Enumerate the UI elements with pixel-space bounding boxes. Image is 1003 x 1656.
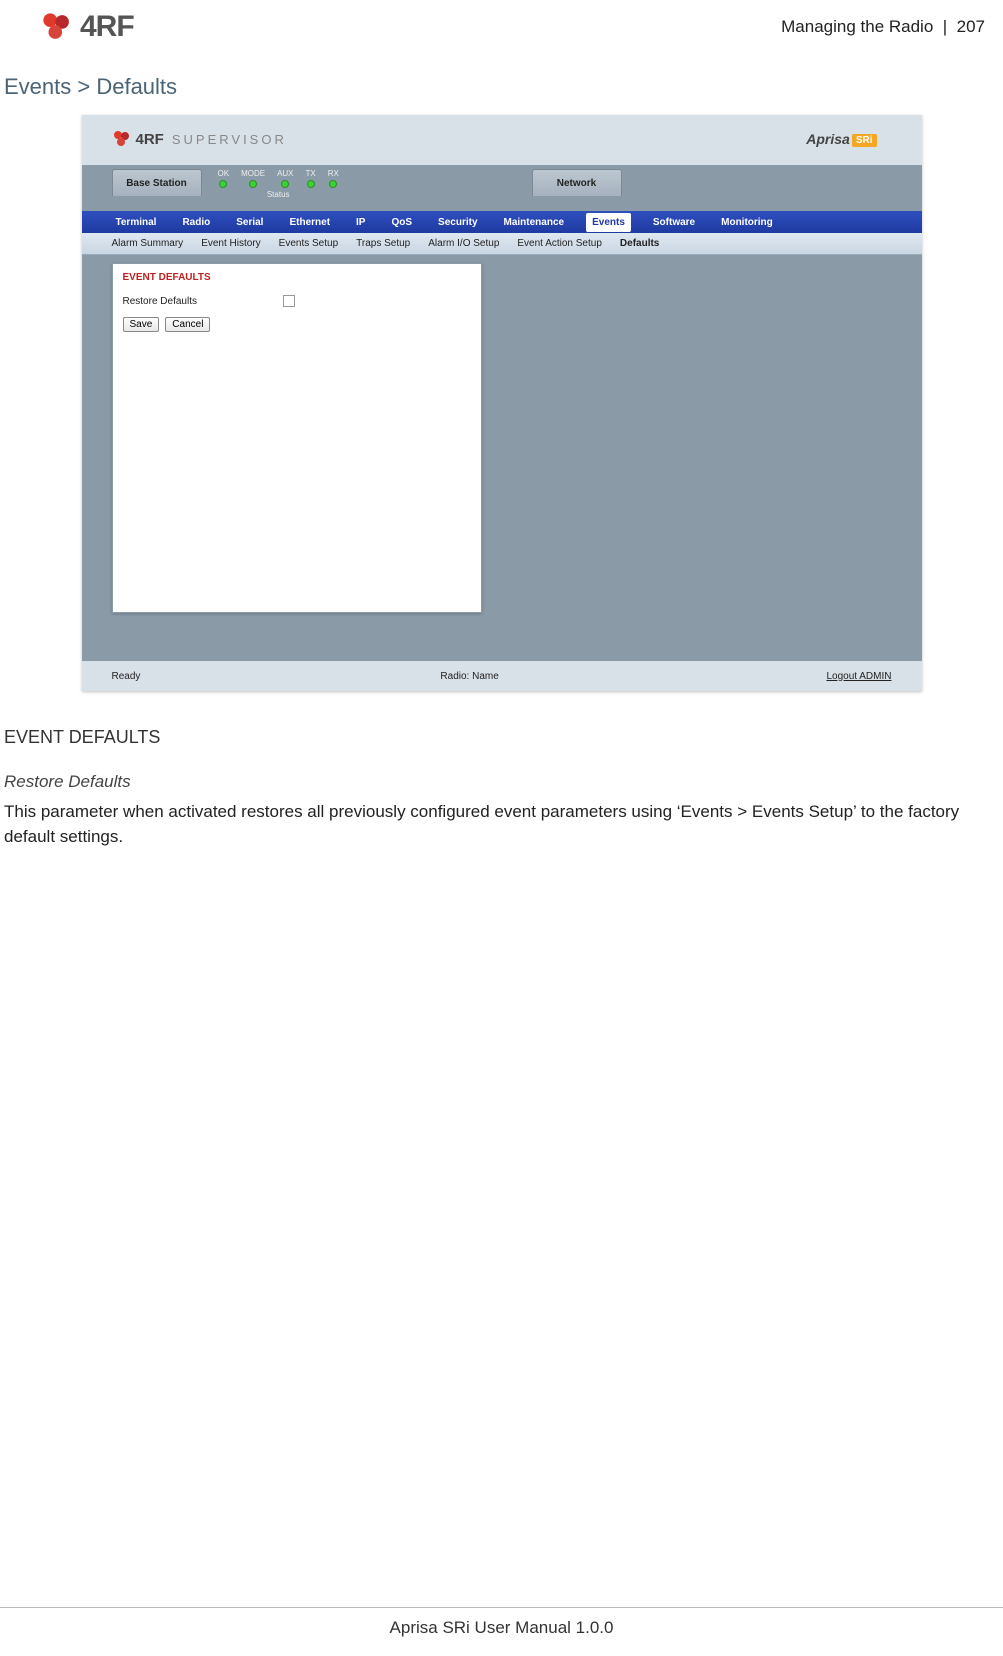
supervisor-body: EVENT DEFAULTS Restore Defaults Save Can… [82,255,922,621]
supervisor-spacer [82,621,922,661]
subtab-events-setup[interactable]: Events Setup [279,238,338,249]
restore-defaults-label: Restore Defaults [123,296,243,307]
led-ok [219,180,227,188]
device-bar: Base Station OK MODE AUX TX RX Status Ne… [82,165,922,211]
led-label-rx: RX [328,169,339,178]
led-tx [307,180,315,188]
device-tab-network[interactable]: Network [532,169,622,196]
subtab-event-action-setup[interactable]: Event Action Setup [517,238,602,249]
led-rx [329,180,337,188]
device-tab-base-station[interactable]: Base Station [112,169,202,196]
logo-text: 4RF [80,10,134,44]
tab-qos[interactable]: QoS [387,213,416,232]
led-label-tx: TX [306,169,316,178]
tab-maintenance[interactable]: Maintenance [500,213,569,232]
status-left: Ready [112,671,141,682]
led-label-aux: AUX [277,169,293,178]
subsection-title: Restore Defaults [4,772,999,792]
status-caption: Status [267,190,290,199]
tab-events[interactable]: Events [586,213,631,232]
logout-link[interactable]: Logout ADMIN [826,671,891,682]
subtab-defaults[interactable]: Defaults [620,238,659,249]
supervisor-logo: 4RF SUPERVISOR [112,129,287,149]
paragraph: This parameter when activated restores a… [4,800,999,849]
body-text: EVENT DEFAULTS Restore Defaults This par… [4,727,999,849]
subtab-alarm-summary[interactable]: Alarm Summary [112,238,184,249]
led-label-mode: MODE [241,169,265,178]
tab-radio[interactable]: Radio [178,213,214,232]
supervisor-brand: 4RF [136,131,164,148]
status-mid: Radio: Name [440,671,498,682]
page-footer: Aprisa SRi User Manual 1.0.0 [0,1607,1003,1638]
header-divider: | [943,17,947,36]
save-button[interactable]: Save [123,317,160,332]
sub-tabs: Alarm Summary Event History Events Setup… [82,233,922,255]
aprisa-brand: AprisaSRi [806,131,876,147]
supervisor-logo-icon [112,129,132,149]
breadcrumb: Events > Defaults [4,74,1003,100]
restore-defaults-checkbox[interactable] [283,295,295,307]
header-right: Managing the Radio | 207 [781,17,985,37]
company-logo: 4RF [40,10,134,44]
subtab-alarm-io-setup[interactable]: Alarm I/O Setup [428,238,499,249]
panel-title: EVENT DEFAULTS [123,272,471,283]
subtab-traps-setup[interactable]: Traps Setup [356,238,410,249]
led-aux [281,180,289,188]
tab-security[interactable]: Security [434,213,481,232]
page-number: 207 [957,17,985,36]
tab-ip[interactable]: IP [352,213,369,232]
tab-monitoring[interactable]: Monitoring [717,213,777,232]
led-label-ok: OK [218,169,230,178]
tab-software[interactable]: Software [649,213,699,232]
supervisor-footer: Ready Radio: Name Logout ADMIN [82,661,922,691]
aprisa-text: Aprisa [806,131,850,147]
supervisor-label: SUPERVISOR [172,132,287,147]
supervisor-header: 4RF SUPERVISOR AprisaSRi [82,115,922,165]
restore-defaults-row: Restore Defaults [123,295,471,307]
event-defaults-panel: EVENT DEFAULTS Restore Defaults Save Can… [112,263,482,613]
logo-icon [40,10,74,44]
chapter-title: Managing the Radio [781,17,933,36]
tab-serial[interactable]: Serial [232,213,267,232]
page-header: 4RF Managing the Radio | 207 [0,0,1003,44]
subtab-event-history[interactable]: Event History [201,238,260,249]
section-title: EVENT DEFAULTS [4,727,999,748]
cancel-button[interactable]: Cancel [165,317,210,332]
aprisa-box: SRi [852,134,877,147]
main-tabs: Terminal Radio Serial Ethernet IP QoS Se… [82,211,922,233]
tab-ethernet[interactable]: Ethernet [285,213,334,232]
led-mode [249,180,257,188]
tab-terminal[interactable]: Terminal [112,213,161,232]
status-block: OK MODE AUX TX RX Status [218,169,339,199]
supervisor-screenshot: 4RF SUPERVISOR AprisaSRi Base Station OK… [82,115,922,691]
